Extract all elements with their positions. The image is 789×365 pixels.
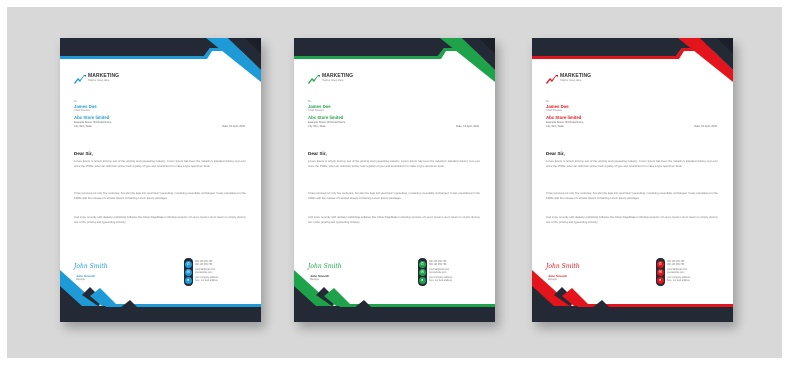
letter-date: Date, 15 April, 2022 (456, 125, 479, 128)
body-paragraph: Lorem Ipsum is simply dummy text of the … (546, 160, 718, 168)
signature: John Smith (308, 263, 342, 270)
body-paragraph: Lorem Ipsum is simply dummy text of the … (74, 160, 246, 168)
body-paragraph: And more recently with desktop publishin… (308, 216, 480, 224)
contact-line: your company address (667, 277, 691, 279)
contact-line: yourmail@mail.com (667, 269, 688, 271)
location-icon: ● (657, 277, 664, 284)
phone-icon: ✆ (657, 261, 664, 268)
mail-icon: ✉ (419, 269, 426, 276)
contact-line: here, our best address (667, 280, 690, 282)
contact-phone: ✆ 000 123 456 789 000 123 456 789 (185, 261, 255, 269)
signature: John Smith (546, 263, 580, 270)
contact-address: ● your company address here, our best ad… (185, 277, 255, 285)
contact-address: ● your company address here, our best ad… (657, 277, 727, 285)
contact-line: yourmail@mail.com (195, 269, 216, 271)
logo-tagline: Tagline Goes Here (88, 79, 110, 82)
mail-icon: ✉ (185, 269, 192, 276)
greeting: Dear Sir, (74, 151, 93, 156)
contact-line: 000 123 456 789 (667, 264, 685, 266)
body-paragraph: Lorem Ipsum is simply dummy text of the … (308, 160, 480, 168)
signer-role: Manager (310, 278, 320, 281)
letter-date: Date, 15 April, 2022 (694, 125, 717, 128)
letterhead-sheet: MARKETING Tagline Goes Here To, James Do… (60, 38, 261, 322)
logo-arrow-icon (546, 75, 558, 84)
logo-arrow-icon (308, 75, 320, 84)
company-name: Abc Store limited (308, 115, 344, 120)
contact-line: yourwebsite.com (667, 272, 685, 274)
contact-line: here, our best address (195, 280, 218, 282)
contact-line: yourwebsite.com (195, 272, 213, 274)
logo-tagline: Tagline Goes Here (560, 79, 582, 82)
body-paragraph: And more recently with desktop publishin… (546, 216, 718, 224)
company-name: Abc Store limited (74, 115, 110, 120)
recipient-role: Chief Finance (308, 109, 325, 112)
contact-phone: ✆ 000 123 456 789 000 123 456 789 (419, 261, 489, 269)
location-icon: ● (185, 277, 192, 284)
company-logo: MARKETING Tagline Goes Here (546, 73, 626, 91)
contact-email: ✉ yourmail@mail.com yourwebsite.com (185, 269, 255, 277)
greeting: Dear Sir, (546, 151, 565, 156)
address-line-2: City 32m, State (546, 125, 564, 128)
contact-line: 000 123 456 789 (195, 261, 213, 263)
body-paragraph: It has survived not only five centuries,… (74, 192, 246, 200)
contact-line: yourmail@mail.com (429, 269, 450, 271)
contact-line: 000 123 456 789 (667, 261, 685, 263)
mail-icon: ✉ (657, 269, 664, 276)
company-logo: MARKETING Tagline Goes Here (74, 73, 154, 91)
logo-arrow-icon (74, 75, 86, 84)
body-paragraph: It has survived not only five centuries,… (546, 192, 718, 200)
contact-address: ● your company address here, our best ad… (419, 277, 489, 285)
contact-line: 000 123 456 789 (195, 264, 213, 266)
recipient-role: Chief Finance (546, 109, 563, 112)
contact-line: your company address (195, 277, 219, 279)
greeting: Dear Sir, (308, 151, 327, 156)
contact-email: ✉ yourmail@mail.com yourwebsite.com (419, 269, 489, 277)
contact-email: ✉ yourmail@mail.com yourwebsite.com (657, 269, 727, 277)
signer-role: Manager (548, 278, 558, 281)
contact-line: 000 123 456 789 (429, 261, 447, 263)
address-line-2: City 32m, State (74, 125, 92, 128)
contact-line: here, our best address (429, 280, 452, 282)
address-line-2: City 32m, State (308, 125, 326, 128)
letterhead-sheet: MARKETING Tagline Goes Here To, James Do… (532, 38, 733, 322)
contact-phone: ✆ 000 123 456 789 000 123 456 789 (657, 261, 727, 269)
signature: John Smith (74, 263, 108, 270)
company-logo: MARKETING Tagline Goes Here (308, 73, 388, 91)
body-paragraph: And more recently with desktop publishin… (74, 216, 246, 224)
letter-date: Date, 15 April, 2022 (222, 125, 245, 128)
location-icon: ● (419, 277, 426, 284)
logo-tagline: Tagline Goes Here (322, 79, 344, 82)
letterhead-sheet: MARKETING Tagline Goes Here To, James Do… (294, 38, 495, 322)
signer-role: Manager (76, 278, 86, 281)
company-name: Abc Store limited (546, 115, 582, 120)
contact-line: your company address (429, 277, 453, 279)
body-paragraph: It has survived not only five centuries,… (308, 192, 480, 200)
contact-line: yourwebsite.com (429, 272, 447, 274)
recipient-role: Chief Finance (74, 109, 91, 112)
contact-line: 000 123 456 789 (429, 264, 447, 266)
phone-icon: ✆ (419, 261, 426, 268)
phone-icon: ✆ (185, 261, 192, 268)
